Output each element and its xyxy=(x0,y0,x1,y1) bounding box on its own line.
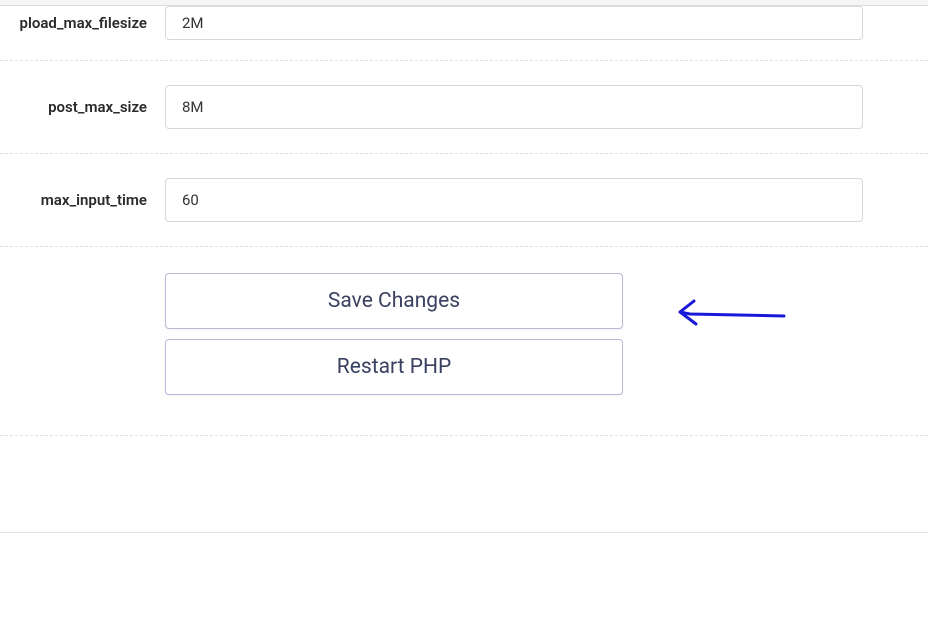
field-label-upload-max-filesize: pload_max_filesize xyxy=(0,14,165,32)
field-input-upload-max-filesize[interactable] xyxy=(165,6,863,40)
field-label-max-input-time: max_input_time xyxy=(0,191,165,209)
save-changes-button[interactable]: Save Changes xyxy=(165,273,623,329)
button-section: Save Changes Restart PHP xyxy=(0,247,928,436)
field-row-post-max-size: post_max_size xyxy=(0,61,928,154)
field-row-max-input-time: max_input_time xyxy=(0,154,928,247)
restart-php-button[interactable]: Restart PHP xyxy=(165,339,623,395)
field-label-post-max-size: post_max_size xyxy=(0,98,165,116)
field-input-post-max-size[interactable] xyxy=(165,85,863,129)
field-row-upload-max-filesize: pload_max_filesize xyxy=(0,6,928,61)
field-input-max-input-time[interactable] xyxy=(165,178,863,222)
bottom-divider xyxy=(0,532,928,533)
